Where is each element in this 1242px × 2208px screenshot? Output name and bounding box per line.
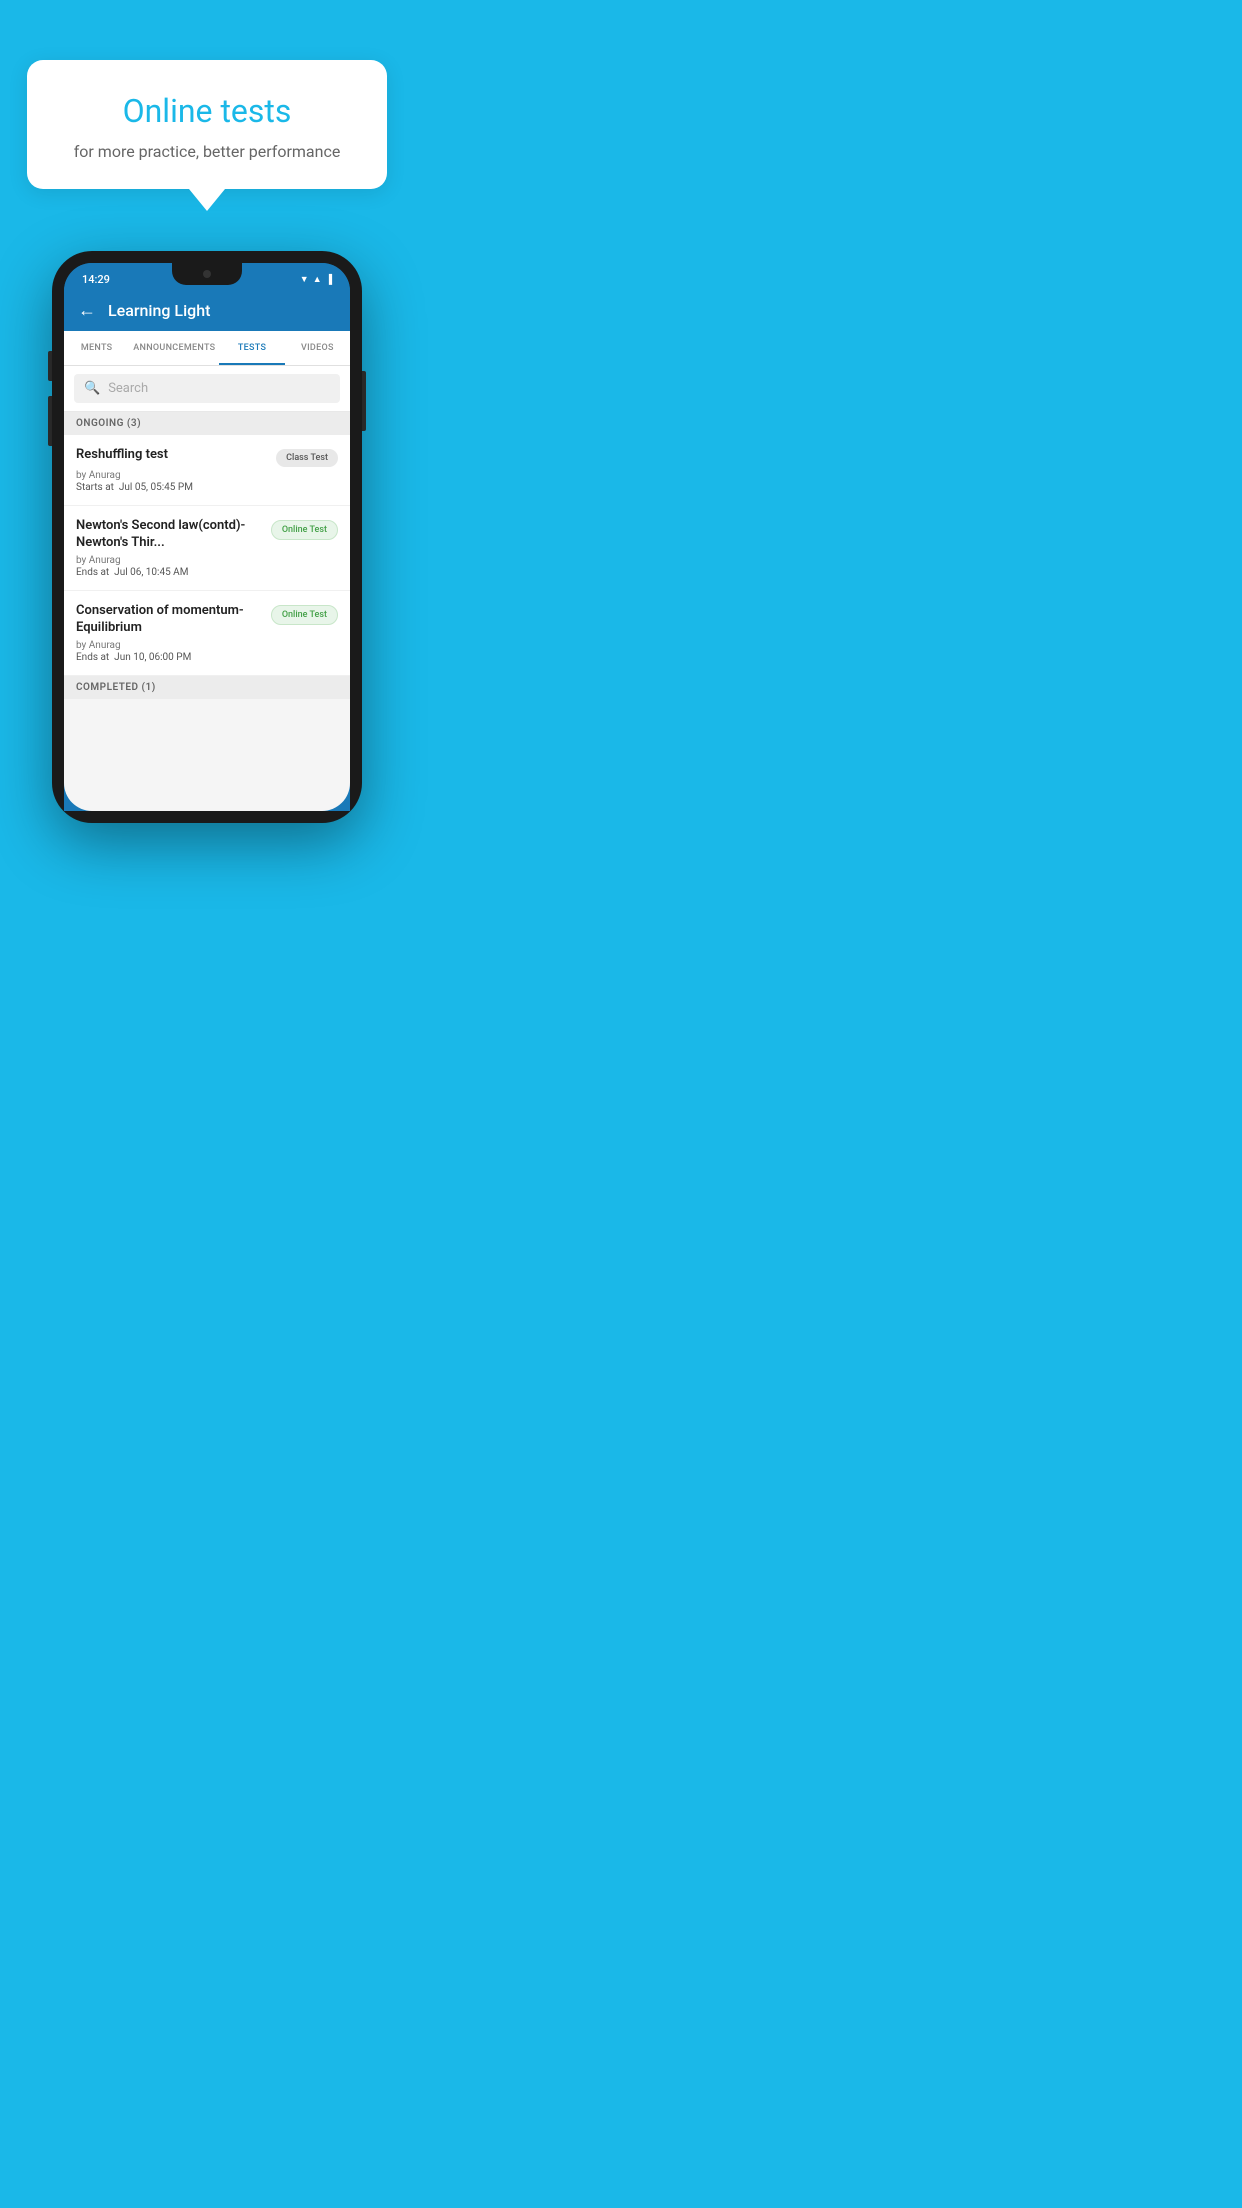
tab-tests[interactable]: TESTS	[219, 331, 284, 365]
back-button[interactable]: ←	[78, 300, 96, 321]
tab-announcements[interactable]: ANNOUNCEMENTS	[129, 331, 219, 365]
phone-screen-area: 14:29 ▼ ▲ ▐ ← Learning Light	[64, 263, 350, 811]
test-item-header: Reshuffling test Class Test	[76, 447, 338, 467]
battery-icon: ▐	[326, 274, 332, 285]
search-icon: 🔍	[84, 381, 100, 396]
completed-section-header: COMPLETED (1)	[64, 676, 350, 699]
test-item[interactable]: Conservation of momentum-Equilibrium Onl…	[64, 591, 350, 676]
tab-videos[interactable]: VIDEOS	[285, 331, 350, 365]
test-author: by Anurag	[76, 470, 338, 481]
test-badge: Online Test	[271, 605, 338, 625]
phone-screen: MENTS ANNOUNCEMENTS TESTS VIDEOS 🔍	[64, 331, 350, 811]
test-time: Starts at Jul 05, 05:45 PM	[76, 482, 338, 493]
test-item-header: Conservation of momentum-Equilibrium Onl…	[76, 603, 338, 637]
test-name: Conservation of momentum-Equilibrium	[76, 603, 271, 637]
test-list: Reshuffling test Class Test by Anurag St…	[64, 435, 350, 676]
app-bar: ← Learning Light	[64, 290, 350, 331]
status-bar: 14:29 ▼ ▲ ▐	[64, 263, 350, 290]
test-item[interactable]: Newton's Second law(contd)-Newton's Thir…	[64, 506, 350, 591]
signal-icon: ▲	[313, 274, 322, 285]
phone-notch	[172, 263, 242, 285]
test-badge: Class Test	[276, 449, 338, 467]
bubble-title: Online tests	[51, 92, 363, 130]
status-icons: ▼ ▲ ▐	[300, 274, 332, 285]
phone-wrapper: 14:29 ▼ ▲ ▐ ← Learning Light	[52, 251, 362, 831]
ongoing-section-header: ONGOING (3)	[64, 412, 350, 435]
bubble-subtitle: for more practice, better performance	[51, 142, 363, 161]
tab-bar: MENTS ANNOUNCEMENTS TESTS VIDEOS	[64, 331, 350, 366]
test-badge: Online Test	[271, 520, 338, 540]
search-placeholder: Search	[108, 381, 148, 396]
status-time: 14:29	[82, 273, 110, 286]
test-item[interactable]: Reshuffling test Class Test by Anurag St…	[64, 435, 350, 506]
test-item-header: Newton's Second law(contd)-Newton's Thir…	[76, 518, 338, 552]
speech-bubble: Online tests for more practice, better p…	[27, 60, 387, 189]
test-author: by Anurag	[76, 640, 338, 651]
test-name: Newton's Second law(contd)-Newton's Thir…	[76, 518, 271, 552]
app-title: Learning Light	[108, 301, 210, 320]
side-button-power	[362, 371, 366, 431]
tab-ments[interactable]: MENTS	[64, 331, 129, 365]
phone-frame: 14:29 ▼ ▲ ▐ ← Learning Light	[52, 251, 362, 823]
test-author: by Anurag	[76, 555, 338, 566]
bubble-arrow	[189, 189, 225, 211]
test-time: Ends at Jul 06, 10:45 AM	[76, 567, 338, 578]
search-box[interactable]: 🔍 Search	[74, 374, 340, 403]
speech-bubble-container: Online tests for more practice, better p…	[27, 60, 387, 211]
front-camera	[203, 270, 211, 278]
test-name: Reshuffling test	[76, 447, 276, 464]
wifi-icon: ▼	[300, 274, 309, 285]
test-time: Ends at Jun 10, 06:00 PM	[76, 652, 338, 663]
search-container: 🔍 Search	[64, 366, 350, 412]
